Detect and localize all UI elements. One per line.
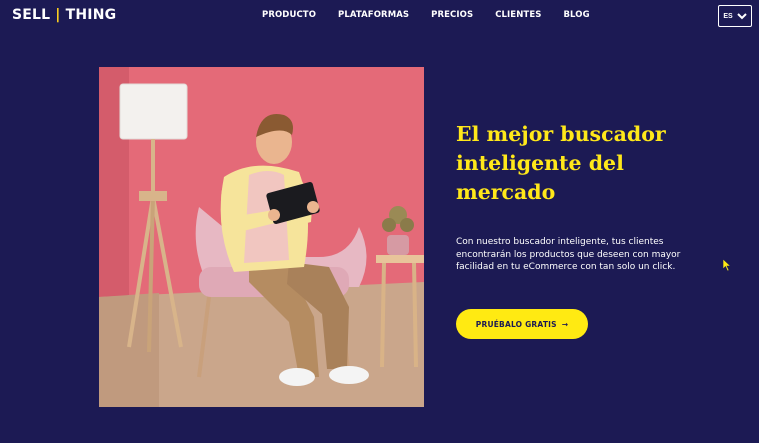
nav-item-precios[interactable]: PRECIOS [431, 10, 473, 20]
main-nav: PRODUCTO PLATAFORMAS PRECIOS CLIENTES BL… [262, 10, 612, 20]
landing-page: SELL | THING PRODUCTO PLATAFORMAS PRECIO… [0, 0, 759, 443]
headline-line-2: inteligente del [456, 151, 624, 175]
logo-text-sell: SELL [12, 7, 51, 23]
description-line-1: Con nuestro buscador inteligente, tus cl… [456, 237, 664, 247]
mouse-cursor-icon [722, 258, 732, 272]
headline-line-3: mercado [456, 180, 556, 204]
headline-line-1: El mejor buscador [456, 122, 666, 146]
language-label: ES [723, 12, 733, 20]
man-with-tablet-illustration [99, 67, 424, 407]
chevron-down-icon [736, 12, 747, 19]
arrow-right-icon: → [561, 319, 569, 329]
nav-item-producto[interactable]: PRODUCTO [262, 10, 316, 20]
language-selector[interactable]: ES [718, 5, 752, 27]
description-line-3: facilidad en tu eCommerce con tan solo u… [456, 262, 676, 272]
try-free-button[interactable]: PRUÉBALO GRATIS → [456, 309, 588, 339]
hero-description: Con nuestro buscador inteligente, tus cl… [456, 236, 741, 274]
nav-item-blog[interactable]: BLOG [563, 10, 589, 20]
description-line-2: encontrarán los productos que deseen con… [456, 249, 681, 260]
brand-logo[interactable]: SELL | THING [12, 7, 116, 23]
logo-text-thing: THING [65, 7, 117, 23]
nav-item-clientes[interactable]: CLIENTES [495, 10, 541, 20]
hero-image [99, 67, 424, 407]
logo-separator: | [55, 7, 61, 23]
hero-headline: El mejor buscador inteligente del mercad… [456, 120, 746, 207]
nav-item-plataformas[interactable]: PLATAFORMAS [338, 10, 409, 20]
try-free-label: PRUÉBALO GRATIS [475, 319, 557, 329]
